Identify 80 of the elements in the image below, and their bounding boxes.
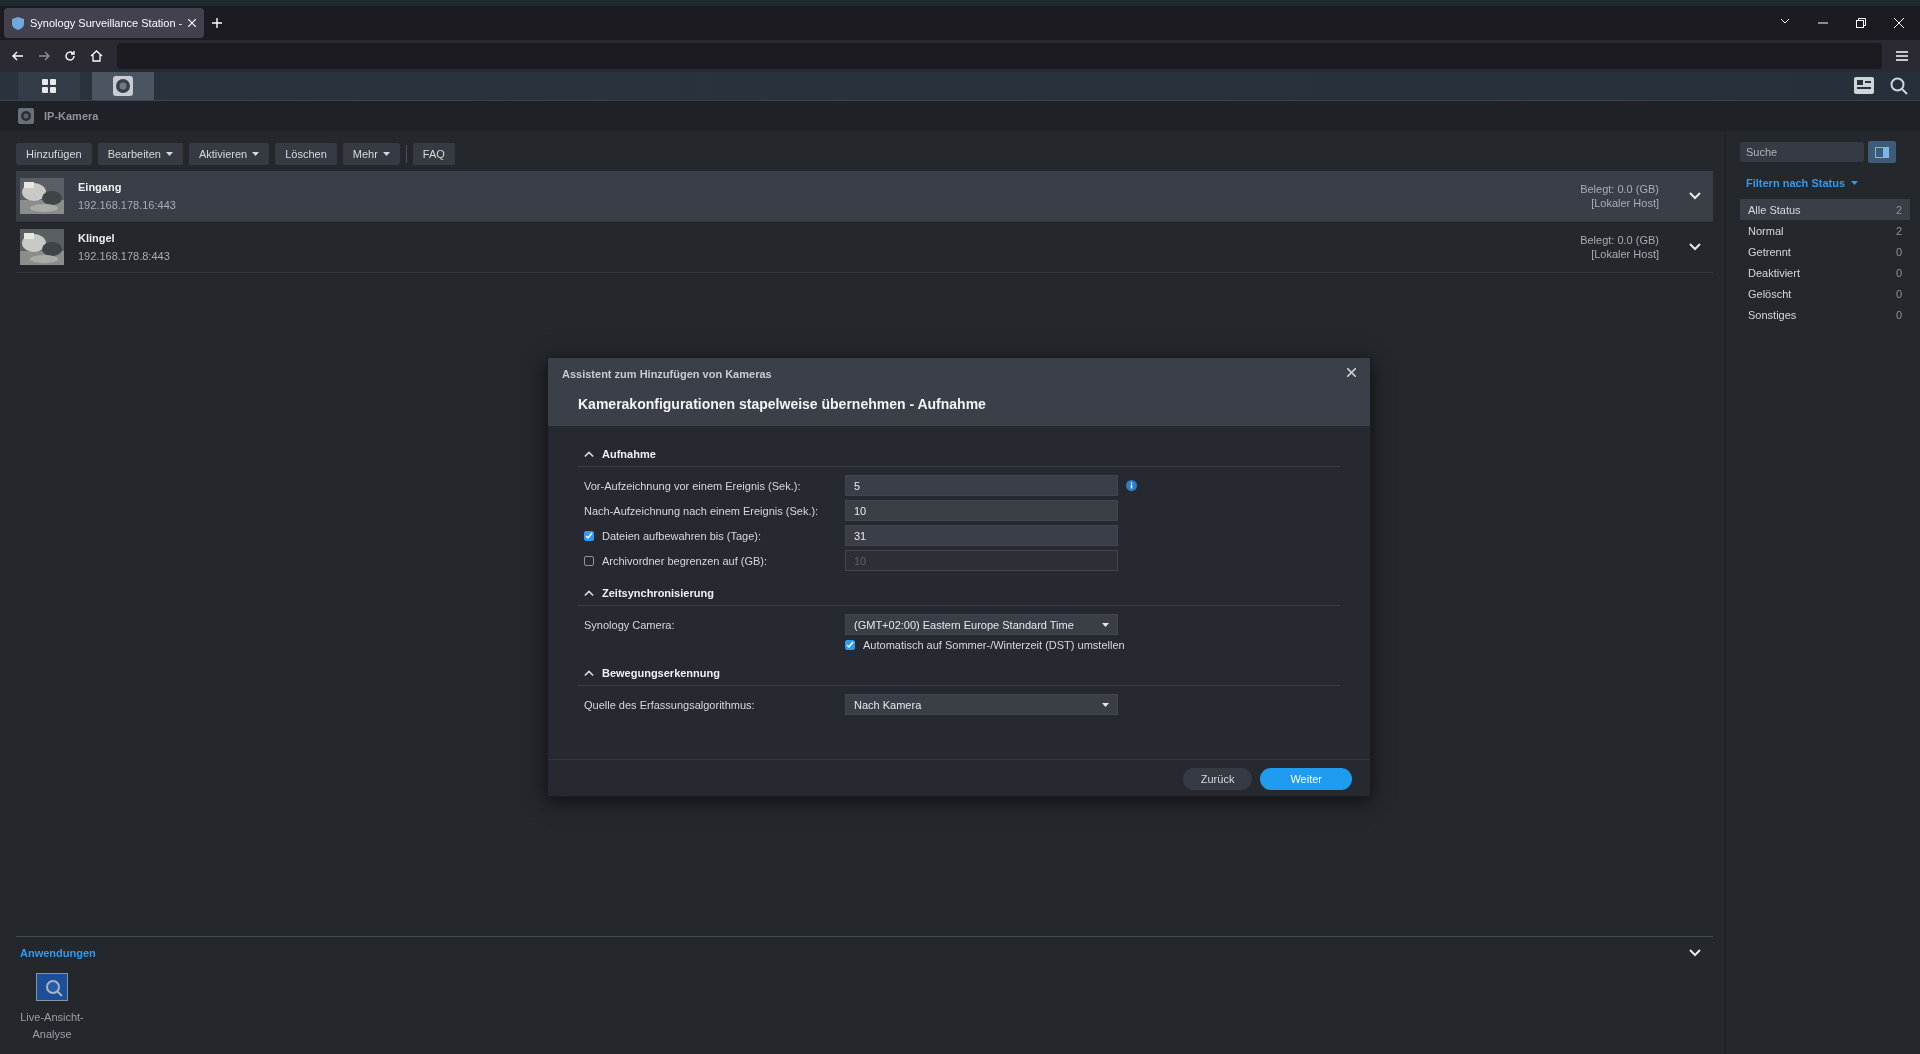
panel-toggle-button[interactable]	[1868, 141, 1896, 163]
toolbar-button[interactable]: Bearbeiten	[97, 143, 183, 165]
input-field[interactable]: 5	[845, 475, 1118, 496]
field-label: Synology Camera:	[583, 618, 676, 631]
camera-name: Eingang	[78, 181, 123, 193]
filter-item[interactable]: Alle Status 2	[1740, 199, 1910, 220]
field-label: Archivordner begrenzen auf (GB):	[602, 554, 768, 567]
field-label: Quelle des Erfassungsalgorithmus:	[583, 698, 756, 711]
toolbar-button[interactable]: Aktivieren	[188, 143, 270, 165]
back-icon[interactable]	[12, 50, 24, 62]
chevron-up-icon[interactable]	[584, 589, 594, 597]
caret-icon	[252, 152, 260, 156]
checkbox-label[interactable]: Automatisch auf Sommer-/Winterzeit (DST) umstellen	[863, 639, 1125, 651]
window-title: IP-Kamera	[44, 110, 99, 122]
dropdown[interactable]: Nach Kamera	[845, 694, 1118, 715]
toolbar-button[interactable]: Mehr	[342, 143, 400, 165]
chevron-down-icon[interactable]	[1689, 192, 1701, 200]
section-header[interactable]: Zeitsynchronisierung	[578, 585, 1340, 606]
camera-address: 192.168.178.8:443	[78, 250, 170, 262]
reload-icon[interactable]	[64, 50, 76, 62]
filter-item[interactable]: Normal 2	[1740, 220, 1910, 241]
dialog-title: Kamerakonfigurationen stapelweise übernehmen - Aufnahme	[578, 396, 987, 412]
camera-address: 192.168.178.16:443	[78, 199, 176, 211]
chevron-up-icon[interactable]	[584, 450, 594, 458]
chevron-up-icon[interactable]	[584, 669, 594, 677]
dialog-caption: Assistent zum Hinzufügen von Kameras	[562, 368, 772, 380]
section-title: Anwendungen	[20, 947, 96, 959]
camera-app-button[interactable]	[92, 72, 154, 100]
restore-icon[interactable]	[1856, 18, 1866, 28]
camera-icon	[18, 108, 34, 124]
menu-icon[interactable]	[1896, 51, 1908, 61]
caret-icon	[165, 152, 173, 156]
checkbox[interactable]	[584, 530, 594, 541]
storage-usage: Belegt: 0.0 (GB)	[1580, 182, 1659, 196]
section-header[interactable]: Aufnahme	[578, 446, 1340, 467]
magnifier-screen-icon[interactable]	[36, 973, 68, 1001]
checkbox[interactable]	[845, 640, 855, 650]
forward-icon[interactable]	[38, 50, 50, 62]
host-label: [Lokaler Host]	[1590, 196, 1659, 210]
chevron-down-icon[interactable]	[1689, 243, 1701, 251]
widgets-icon[interactable]	[1854, 77, 1874, 94]
storage-usage: Belegt: 0.0 (GB)	[1580, 233, 1659, 247]
app-label[interactable]: Live-Ansicht-Analyse	[20, 1009, 84, 1043]
browser-tab[interactable]: Synology Surveillance Station -	[4, 8, 205, 38]
grid-icon	[42, 79, 56, 93]
shield-icon	[12, 16, 24, 30]
input-field[interactable]: 31	[845, 525, 1118, 546]
input-field[interactable]: 10	[845, 500, 1118, 521]
new-tab-icon[interactable]	[212, 18, 223, 28]
filter-item[interactable]: Getrennt 0	[1740, 241, 1910, 262]
chevron-down-icon[interactable]	[1689, 949, 1701, 957]
search-icon[interactable]	[1890, 77, 1908, 95]
section-header[interactable]: Bewegungserkennung	[578, 665, 1340, 686]
caret-icon	[1102, 702, 1109, 707]
main-menu-button[interactable]	[18, 72, 80, 100]
camera-name: Klingel	[78, 232, 116, 244]
camera-row[interactable]: Klingel 192.168.178.8:443 Belegt: 0.0 (GB) [Lokaler Host]	[16, 222, 1713, 273]
camera-row[interactable]: Eingang 192.168.178.16:443 Belegt: 0.0 (GB) [Lokaler Host]	[16, 171, 1713, 222]
toolbar-button[interactable]: Löschen	[275, 143, 337, 165]
filter-item[interactable]: Gelöscht 0	[1740, 283, 1910, 304]
host-label: [Lokaler Host]	[1590, 247, 1659, 261]
caret-icon	[1102, 622, 1109, 627]
search-field[interactable]: Suche	[1740, 142, 1864, 162]
back-button[interactable]: Zurück	[1182, 768, 1253, 790]
dropdown[interactable]: (GMT+02:00) Eastern Europe Standard Time	[845, 614, 1118, 635]
toolbar-button[interactable]: Hinzufügen	[16, 143, 92, 165]
filter-item[interactable]: Deaktiviert 0	[1740, 262, 1910, 283]
caret-icon	[1851, 181, 1859, 185]
info-icon[interactable]	[1126, 480, 1137, 491]
field-label: Vor-Aufzeichnung vor einem Ereignis (Sek.):	[583, 479, 802, 492]
side-panel-icon	[1875, 146, 1889, 158]
field-label: Dateien aufbewahren bis (Tage):	[602, 529, 761, 542]
home-icon[interactable]	[90, 50, 103, 62]
toolbar-button[interactable]: FAQ	[412, 143, 455, 165]
camera-icon	[113, 76, 133, 96]
close-icon[interactable]	[1347, 368, 1356, 377]
field-label: Nach-Aufzeichnung nach einem Ereignis (Sek.):	[583, 504, 820, 517]
filter-item[interactable]: Sonstiges 0	[1740, 304, 1910, 325]
filter-title[interactable]: Filtern nach Status	[1746, 177, 1846, 189]
caret-icon	[382, 152, 390, 156]
